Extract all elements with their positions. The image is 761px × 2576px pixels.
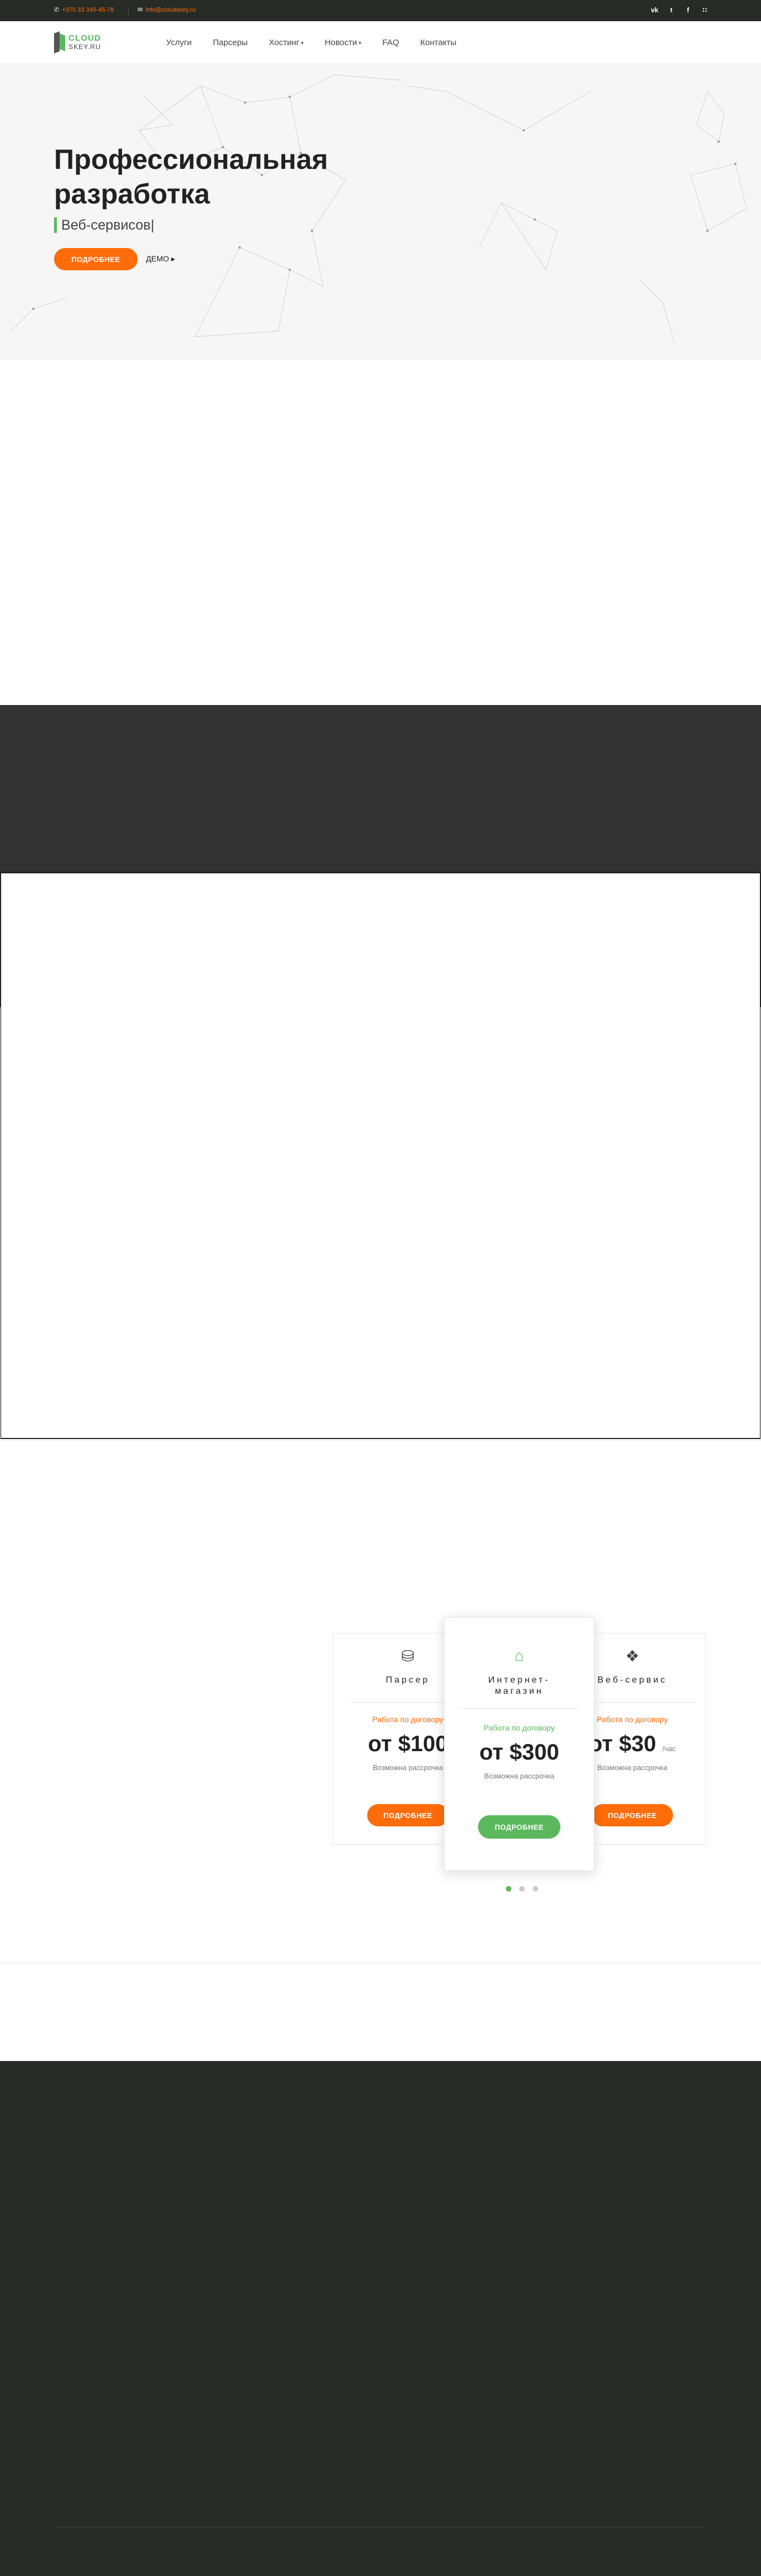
card-name: Веб-сервис	[597, 1675, 667, 1685]
card-price: от $300	[479, 1740, 559, 1765]
caret-right-icon: ▸	[171, 254, 175, 263]
card-more-button[interactable]: ПОДРОБНЕЕ	[478, 1815, 560, 1839]
carousel-dot[interactable]	[533, 1886, 538, 1892]
nav-item-contacts[interactable]: Контакты	[420, 38, 456, 47]
content-panel	[0, 872, 761, 1441]
hero-subtitle: Веб-сервисов|	[54, 217, 154, 233]
phone-icon: ✆	[54, 7, 60, 13]
basket-icon: ⌂	[514, 1647, 524, 1664]
cubes-icon: ❖	[625, 1647, 640, 1665]
typing-cursor: |	[150, 217, 154, 233]
nav-label: Парсеры	[213, 38, 248, 47]
social-links: vk t f ∷	[646, 6, 713, 14]
hero-demo-link[interactable]: ДЕМО ▸	[146, 254, 175, 264]
content-panel-body	[0, 1007, 761, 1441]
nav-label: FAQ	[382, 38, 399, 47]
phone-number[interactable]: +375 33 345-45-78	[62, 7, 114, 13]
hero-title: Профессиональная разработка	[54, 144, 328, 210]
pricing-card-webservice: ❖ Веб-сервис Работа по договору от $30 /…	[574, 1647, 696, 1826]
card-note: Возможна рассрочка	[484, 1772, 555, 1780]
logo-text-top: CLOUD	[69, 33, 101, 43]
card-more-button[interactable]: ПОДРОБНЕЕ	[367, 1804, 448, 1826]
site-footer	[0, 2061, 761, 2576]
logo[interactable]: CLOUD SKEY.RU	[54, 31, 118, 54]
card-terms: Работа по договору	[597, 1715, 668, 1724]
facebook-icon[interactable]: f	[680, 6, 696, 14]
card-divider	[459, 1708, 579, 1709]
card-more-button[interactable]: ПОДРОБНЕЕ	[592, 1804, 673, 1826]
nav-label: Новости	[324, 38, 357, 47]
carousel-dot[interactable]	[519, 1886, 525, 1892]
network-background	[11, 74, 747, 343]
nav-label: Хостинг	[269, 38, 300, 47]
nav-label: Услуги	[166, 38, 192, 47]
nav-item-services[interactable]: Услуги	[166, 38, 192, 47]
section-divider	[0, 1962, 761, 1963]
logo-text-bottom: SKEY.RU	[69, 43, 101, 51]
carousel-dot[interactable]	[506, 1886, 511, 1892]
twitter-icon[interactable]: t	[663, 6, 680, 14]
hero-section: Профессиональная разработка Веб-сервисов…	[0, 64, 761, 360]
card-terms: Работа по договору	[484, 1723, 555, 1732]
email-address[interactable]: info@cloudskey.ru	[145, 7, 196, 13]
rss-icon[interactable]: ∷	[696, 6, 713, 14]
logo-mark	[54, 31, 65, 54]
nav-item-parsers[interactable]: Парсеры	[213, 38, 247, 47]
card-price: от $30 /час	[579, 1732, 685, 1757]
card-name: Интернет-магазин	[488, 1675, 550, 1696]
nav-item-news[interactable]: Новости ▾	[325, 38, 362, 47]
chevron-down-icon: ▾	[358, 40, 362, 46]
top-bar: ✆ +375 33 345-45-78 ✉ info@cloudskey.ru …	[0, 0, 761, 21]
envelope-icon: ✉	[138, 7, 143, 13]
footer-rule	[54, 2527, 706, 2528]
card-price-unit: /час	[662, 1744, 676, 1753]
vk-icon[interactable]: vk	[646, 6, 663, 14]
topbar-divider	[128, 7, 129, 14]
site-header: CLOUD SKEY.RU Услуги Парсеры Хостинг ▾ Но…	[0, 21, 761, 64]
carousel-pagination	[506, 1886, 538, 1892]
main-nav: Услуги Парсеры Хостинг ▾ Новости ▾ FAQ Кон…	[166, 38, 477, 47]
nav-label: Контакты	[420, 38, 457, 47]
card-note: Возможна рассрочка	[597, 1763, 668, 1772]
demo-label: ДЕМО	[146, 254, 169, 263]
phone-contact[interactable]: ✆ +375 33 345-45-78	[54, 6, 114, 14]
nav-item-hosting[interactable]: Хостинг ▾	[269, 38, 304, 47]
hero-subtitle-text: Веб-сервисов	[61, 217, 151, 233]
pricing-card-shop: ⌂ Интернет-магазин Работа по договору от…	[444, 1617, 594, 1871]
email-contact[interactable]: ✉ info@cloudskey.ru	[138, 6, 196, 14]
nav-item-faq[interactable]: FAQ	[382, 38, 399, 47]
chevron-down-icon: ▾	[301, 40, 304, 46]
hero-more-button[interactable]: ПОДРОБНЕЕ	[54, 248, 138, 270]
card-price-value: от $30	[588, 1732, 656, 1756]
